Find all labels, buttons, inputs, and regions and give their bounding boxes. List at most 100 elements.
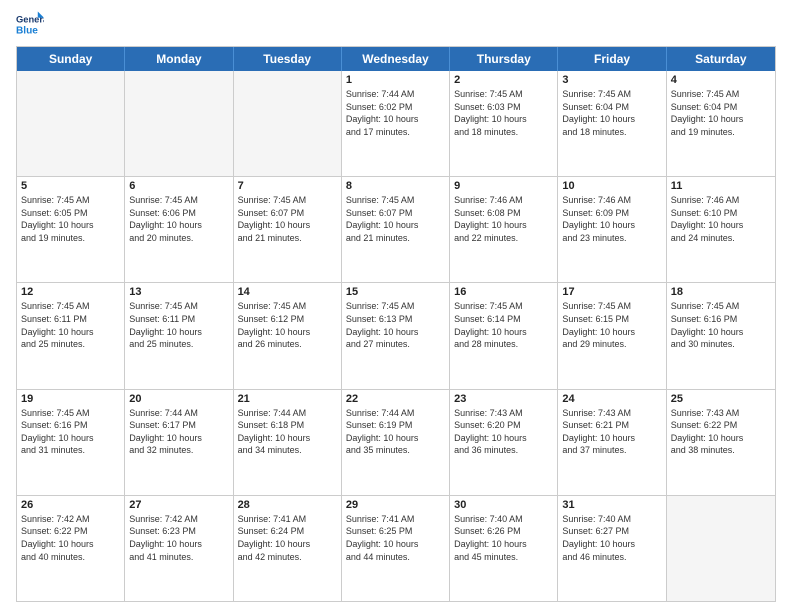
calendar-row-2: 5 Sunrise: 7:45 AM Sunset: 6:05 PM Daylig… bbox=[17, 176, 775, 282]
day-number: 6 bbox=[129, 180, 228, 192]
day-info: Sunrise: 7:45 AM Sunset: 6:07 PM Dayligh… bbox=[238, 194, 337, 244]
calendar-cell: 15Sunrise: 7:45 AM Sunset: 6:13 PM Dayli… bbox=[342, 283, 450, 388]
calendar-cell: 31 Sunrise: 7:40 AM Sunset: 6:27 PM Dayli… bbox=[558, 496, 666, 601]
calendar-cell: 12 Sunrise: 7:45 AM Sunset: 6:11 PM Dayli… bbox=[17, 283, 125, 388]
day-number: 12 bbox=[21, 286, 120, 298]
logo: General Blue bbox=[16, 10, 48, 38]
day-info: Sunrise: 7:44 AM Sunset: 6:02 PM Dayligh… bbox=[346, 88, 445, 138]
day-number: 7 bbox=[238, 180, 337, 192]
day-info: Sunrise: 7:45 AM Sunset: 6:16 PM Dayligh… bbox=[21, 407, 120, 457]
calendar-cell: 13 Sunrise: 7:45 AM Sunset: 6:11 PM Dayli… bbox=[125, 283, 233, 388]
calendar-cell: 21 Sunrise: 7:44 AM Sunset: 6:18 PM Dayli… bbox=[234, 390, 342, 495]
day-info: Sunrise: 7:46 AM Sunset: 6:08 PM Dayligh… bbox=[454, 194, 553, 244]
weekday-header-wednesday: Wednesday bbox=[342, 47, 450, 71]
day-number: 25 bbox=[671, 393, 771, 405]
day-number: 29 bbox=[346, 499, 445, 511]
calendar-cell: 23 Sunrise: 7:43 AM Sunset: 6:20 PM Dayli… bbox=[450, 390, 558, 495]
day-info: Sunrise: 7:40 AM Sunset: 6:26 PM Dayligh… bbox=[454, 513, 553, 563]
day-number: 13 bbox=[129, 286, 228, 298]
header: General Blue bbox=[16, 10, 776, 38]
weekday-header-friday: Friday bbox=[558, 47, 666, 71]
calendar-cell: 25 Sunrise: 7:43 AM Sunset: 6:22 PM Dayli… bbox=[667, 390, 775, 495]
day-info: Sunrise: 7:43 AM Sunset: 6:22 PM Dayligh… bbox=[671, 407, 771, 457]
day-number: 21 bbox=[238, 393, 337, 405]
svg-text:Blue: Blue bbox=[16, 25, 38, 36]
day-info: Sunrise: 7:45 AM Sunset: 6:11 PM Dayligh… bbox=[129, 300, 228, 350]
weekday-header-saturday: Saturday bbox=[667, 47, 775, 71]
day-number: 10 bbox=[562, 180, 661, 192]
day-info: Sunrise: 7:46 AM Sunset: 6:09 PM Dayligh… bbox=[562, 194, 661, 244]
day-info: Sunrise: 7:45 AM Sunset: 6:03 PM Dayligh… bbox=[454, 88, 553, 138]
calendar-cell: 26 Sunrise: 7:42 AM Sunset: 6:22 PM Dayli… bbox=[17, 496, 125, 601]
day-number: 14 bbox=[238, 286, 337, 298]
calendar-row-3: 12 Sunrise: 7:45 AM Sunset: 6:11 PM Dayli… bbox=[17, 282, 775, 388]
calendar-cell: 9 Sunrise: 7:46 AM Sunset: 6:08 PM Daylig… bbox=[450, 177, 558, 282]
day-number: 28 bbox=[238, 499, 337, 511]
day-info: Sunrise: 7:45 AM Sunset: 6:11 PM Dayligh… bbox=[21, 300, 120, 350]
calendar-cell: 20Sunrise: 7:44 AM Sunset: 6:17 PM Dayli… bbox=[125, 390, 233, 495]
day-info: Sunrise: 7:42 AM Sunset: 6:23 PM Dayligh… bbox=[129, 513, 228, 563]
day-info: Sunrise: 7:44 AM Sunset: 6:18 PM Dayligh… bbox=[238, 407, 337, 457]
calendar-cell bbox=[234, 71, 342, 176]
calendar: SundayMondayTuesdayWednesdayThursdayFrid… bbox=[16, 46, 776, 602]
day-number: 5 bbox=[21, 180, 120, 192]
calendar-cell: 1 Sunrise: 7:44 AM Sunset: 6:02 PM Daylig… bbox=[342, 71, 450, 176]
day-info: Sunrise: 7:45 AM Sunset: 6:05 PM Dayligh… bbox=[21, 194, 120, 244]
calendar-cell bbox=[125, 71, 233, 176]
day-number: 11 bbox=[671, 180, 771, 192]
weekday-header-sunday: Sunday bbox=[17, 47, 125, 71]
day-number: 22 bbox=[346, 393, 445, 405]
day-info: Sunrise: 7:43 AM Sunset: 6:20 PM Dayligh… bbox=[454, 407, 553, 457]
day-info: Sunrise: 7:45 AM Sunset: 6:14 PM Dayligh… bbox=[454, 300, 553, 350]
day-info: Sunrise: 7:40 AM Sunset: 6:27 PM Dayligh… bbox=[562, 513, 661, 563]
calendar-cell: 11Sunrise: 7:46 AM Sunset: 6:10 PM Dayli… bbox=[667, 177, 775, 282]
day-info: Sunrise: 7:42 AM Sunset: 6:22 PM Dayligh… bbox=[21, 513, 120, 563]
calendar-cell: 6 Sunrise: 7:45 AM Sunset: 6:06 PM Daylig… bbox=[125, 177, 233, 282]
calendar-row-5: 26 Sunrise: 7:42 AM Sunset: 6:22 PM Dayli… bbox=[17, 495, 775, 601]
day-number: 23 bbox=[454, 393, 553, 405]
calendar-cell: 7 Sunrise: 7:45 AM Sunset: 6:07 PM Daylig… bbox=[234, 177, 342, 282]
day-number: 31 bbox=[562, 499, 661, 511]
day-number: 9 bbox=[454, 180, 553, 192]
calendar-cell: 10 Sunrise: 7:46 AM Sunset: 6:09 PM Dayli… bbox=[558, 177, 666, 282]
weekday-header-tuesday: Tuesday bbox=[234, 47, 342, 71]
calendar-row-1: 1 Sunrise: 7:44 AM Sunset: 6:02 PM Daylig… bbox=[17, 71, 775, 176]
calendar-cell: 24 Sunrise: 7:43 AM Sunset: 6:21 PM Dayli… bbox=[558, 390, 666, 495]
day-info: Sunrise: 7:45 AM Sunset: 6:06 PM Dayligh… bbox=[129, 194, 228, 244]
calendar-cell bbox=[667, 496, 775, 601]
calendar-cell: 30 Sunrise: 7:40 AM Sunset: 6:26 PM Dayli… bbox=[450, 496, 558, 601]
calendar-cell: 3Sunrise: 7:45 AM Sunset: 6:04 PM Daylig… bbox=[558, 71, 666, 176]
day-info: Sunrise: 7:45 AM Sunset: 6:15 PM Dayligh… bbox=[562, 300, 661, 350]
calendar-row-4: 19Sunrise: 7:45 AM Sunset: 6:16 PM Dayli… bbox=[17, 389, 775, 495]
calendar-body: 1 Sunrise: 7:44 AM Sunset: 6:02 PM Daylig… bbox=[17, 71, 775, 601]
day-number: 20 bbox=[129, 393, 228, 405]
day-number: 4 bbox=[671, 74, 771, 86]
day-number: 16 bbox=[454, 286, 553, 298]
calendar-cell: 17Sunrise: 7:45 AM Sunset: 6:15 PM Dayli… bbox=[558, 283, 666, 388]
calendar-cell: 22 Sunrise: 7:44 AM Sunset: 6:19 PM Dayli… bbox=[342, 390, 450, 495]
calendar-cell: 28 Sunrise: 7:41 AM Sunset: 6:24 PM Dayli… bbox=[234, 496, 342, 601]
day-number: 26 bbox=[21, 499, 120, 511]
logo-area: General Blue bbox=[16, 10, 48, 38]
day-info: Sunrise: 7:45 AM Sunset: 6:07 PM Dayligh… bbox=[346, 194, 445, 244]
day-info: Sunrise: 7:45 AM Sunset: 6:12 PM Dayligh… bbox=[238, 300, 337, 350]
day-info: Sunrise: 7:44 AM Sunset: 6:19 PM Dayligh… bbox=[346, 407, 445, 457]
day-number: 1 bbox=[346, 74, 445, 86]
day-info: Sunrise: 7:41 AM Sunset: 6:24 PM Dayligh… bbox=[238, 513, 337, 563]
day-number: 24 bbox=[562, 393, 661, 405]
calendar-cell: 4Sunrise: 7:45 AM Sunset: 6:04 PM Daylig… bbox=[667, 71, 775, 176]
day-number: 8 bbox=[346, 180, 445, 192]
calendar-cell: 29 Sunrise: 7:41 AM Sunset: 6:25 PM Dayli… bbox=[342, 496, 450, 601]
logo-icon: General Blue bbox=[16, 10, 44, 38]
day-info: Sunrise: 7:45 AM Sunset: 6:13 PM Dayligh… bbox=[346, 300, 445, 350]
calendar-header: SundayMondayTuesdayWednesdayThursdayFrid… bbox=[17, 47, 775, 71]
day-info: Sunrise: 7:41 AM Sunset: 6:25 PM Dayligh… bbox=[346, 513, 445, 563]
day-info: Sunrise: 7:43 AM Sunset: 6:21 PM Dayligh… bbox=[562, 407, 661, 457]
calendar-cell: 19Sunrise: 7:45 AM Sunset: 6:16 PM Dayli… bbox=[17, 390, 125, 495]
calendar-cell: 16 Sunrise: 7:45 AM Sunset: 6:14 PM Dayli… bbox=[450, 283, 558, 388]
day-number: 30 bbox=[454, 499, 553, 511]
day-number: 2 bbox=[454, 74, 553, 86]
day-info: Sunrise: 7:45 AM Sunset: 6:04 PM Dayligh… bbox=[562, 88, 661, 138]
weekday-header-monday: Monday bbox=[125, 47, 233, 71]
calendar-cell: 8 Sunrise: 7:45 AM Sunset: 6:07 PM Daylig… bbox=[342, 177, 450, 282]
